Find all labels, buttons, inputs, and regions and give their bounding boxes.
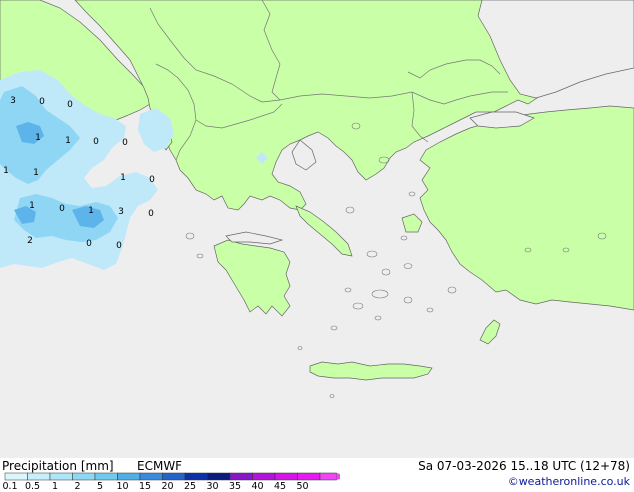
- precip-label: 1: [3, 166, 9, 176]
- precip-label: 0: [148, 209, 154, 219]
- legend-tick-label: 0.1: [2, 481, 18, 492]
- precip-label: 1: [88, 206, 94, 216]
- legend-swatch: [162, 472, 186, 481]
- legend-tick-label: 5: [96, 481, 104, 492]
- legend-swatch: [72, 472, 96, 481]
- model-name: ECMWF: [137, 459, 183, 473]
- legend-swatch: [94, 472, 118, 481]
- precip-label: 1: [29, 201, 35, 211]
- precip-label: 1: [33, 168, 39, 178]
- precip-label: 1: [35, 133, 41, 143]
- legend-swatch: [252, 472, 276, 481]
- legend-arrow: [336, 473, 340, 480]
- precip-label: 0: [93, 137, 99, 147]
- weather-map: 3 0 0 1 1 0 0 1 1 1 0 1 0 1 3 0 2 0 0: [0, 0, 634, 458]
- legend-tick-label: 1: [51, 481, 59, 492]
- legend-swatch: [319, 472, 337, 481]
- legend-tick-label: 20: [161, 481, 174, 492]
- precip-label: 0: [59, 204, 65, 214]
- chart-title: Precipitation [mm]: [2, 459, 114, 473]
- precip-label: 2: [27, 236, 33, 246]
- legend-swatch: [229, 472, 253, 481]
- legend-tick-label: 30: [206, 481, 219, 492]
- legend-swatch: [297, 472, 321, 481]
- precip-label: 0: [122, 138, 128, 148]
- legend-tick-label: 0.5: [24, 481, 41, 492]
- precip-label: 1: [65, 136, 71, 146]
- legend-swatch: [27, 472, 51, 481]
- legend-swatch: [49, 472, 73, 481]
- legend-tick-label: 50: [296, 481, 309, 492]
- legend-tick-label: 15: [138, 481, 152, 492]
- legend-tick-label: 45: [273, 481, 287, 492]
- legend-swatch: [117, 472, 141, 481]
- legend-tick-label: 35: [228, 481, 242, 492]
- legend-tick-label: 40: [251, 481, 264, 492]
- precip-label: 1: [120, 173, 126, 183]
- precip-label: 0: [149, 175, 155, 185]
- legend-tick-label: 25: [183, 481, 197, 492]
- forecast-datetime: Sa 07-03-2026 15..18 UTC (12+78): [418, 459, 630, 473]
- credit-link[interactable]: ©weatheronline.co.uk: [508, 476, 630, 487]
- precip-label: 0: [67, 100, 73, 110]
- legend-swatch: [139, 472, 163, 481]
- legend-tick-label: 2: [74, 481, 81, 492]
- precip-label: 0: [116, 241, 122, 251]
- legend-swatch: [274, 472, 298, 481]
- precip-label: 0: [86, 239, 92, 249]
- legend-swatch: [4, 472, 28, 481]
- precip-label: 3: [118, 207, 124, 217]
- precip-label: 0: [39, 97, 45, 107]
- legend-tick-label: 10: [116, 481, 129, 492]
- precip-label: 3: [10, 96, 16, 106]
- legend-swatch: [207, 472, 231, 481]
- legend-swatch: [184, 472, 208, 481]
